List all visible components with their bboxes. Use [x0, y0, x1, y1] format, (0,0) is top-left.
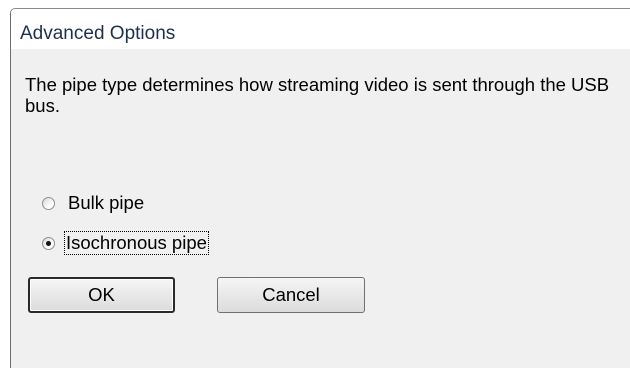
isochronous-pipe-radio[interactable]: Isochronous pipe	[42, 231, 209, 255]
pipe-type-description: The pipe type determines how streaming v…	[25, 74, 610, 116]
ok-button[interactable]: OK	[28, 277, 175, 313]
advanced-options-dialog: Advanced Options The pipe type determine…	[10, 8, 630, 368]
bulk-pipe-radio[interactable]: Bulk pipe	[42, 191, 145, 215]
bulk-pipe-label[interactable]: Bulk pipe	[67, 192, 145, 214]
isochronous-pipe-label[interactable]: Isochronous pipe	[64, 231, 209, 255]
radio-unchecked-icon[interactable]	[42, 196, 55, 210]
title-bar[interactable]: Advanced Options	[11, 9, 630, 49]
dialog-title: Advanced Options	[20, 23, 176, 44]
radio-checked-icon[interactable]	[42, 236, 55, 250]
cancel-button[interactable]: Cancel	[217, 277, 365, 313]
